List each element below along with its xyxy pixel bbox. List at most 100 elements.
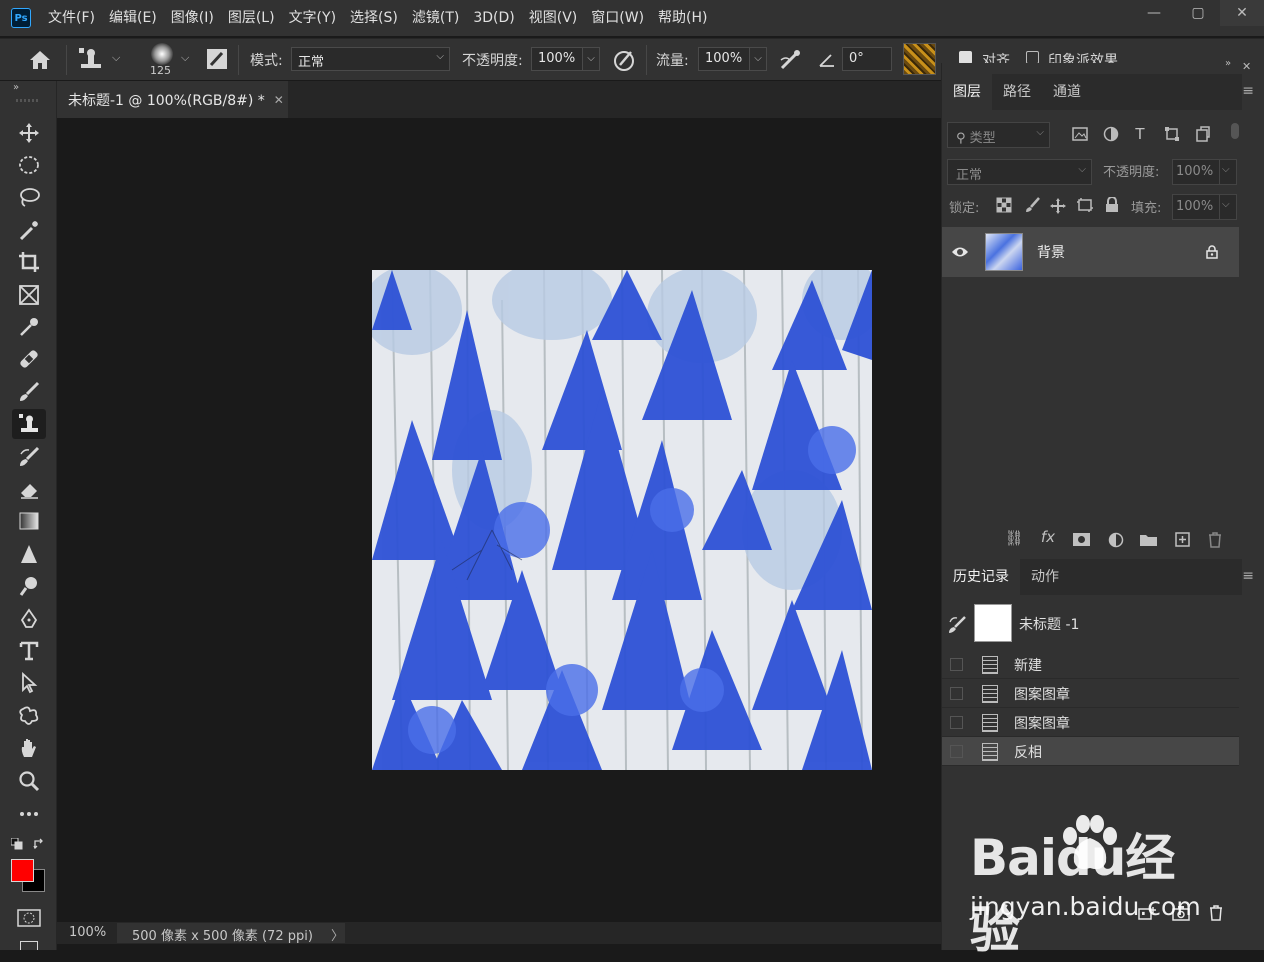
layers-panel-menu-icon[interactable]: ≡ xyxy=(1242,83,1254,99)
healing-brush-tool[interactable] xyxy=(12,344,46,374)
history-item[interactable]: 图案图章 xyxy=(942,708,1239,737)
home-icon[interactable] xyxy=(28,49,52,71)
filter-adjustment-icon[interactable] xyxy=(1103,126,1119,142)
marquee-tool[interactable] xyxy=(12,150,46,180)
blend-mode-select[interactable]: 正常 ⌵ xyxy=(947,159,1092,185)
menu-edit[interactable]: 编辑(E) xyxy=(102,0,164,36)
history-panel-menu-icon[interactable]: ≡ xyxy=(1242,568,1254,584)
menu-type[interactable]: 文字(Y) xyxy=(282,0,343,36)
history-checkbox[interactable] xyxy=(950,658,963,671)
eraser-tool[interactable] xyxy=(12,474,46,504)
lock-position-icon[interactable] xyxy=(1049,197,1067,215)
menu-file[interactable]: 文件(F) xyxy=(41,0,102,36)
menu-3d[interactable]: 3D(D) xyxy=(466,0,521,36)
toolbar-grip[interactable] xyxy=(16,99,40,102)
layer-lock-icon[interactable] xyxy=(1206,245,1218,259)
history-checkbox[interactable] xyxy=(950,716,963,729)
link-layers-icon[interactable]: ⛓ xyxy=(1004,529,1024,547)
path-selection-tool[interactable] xyxy=(12,668,46,698)
pattern-picker-swatch[interactable] xyxy=(903,43,936,75)
type-tool[interactable] xyxy=(12,636,46,666)
layer-opacity-chevron-icon[interactable]: ⌵ xyxy=(1219,159,1237,185)
close-panels-icon[interactable]: ✕ xyxy=(1242,60,1251,73)
history-checkbox[interactable] xyxy=(950,687,963,700)
new-adjustment-layer-icon[interactable] xyxy=(1108,532,1124,548)
inverted-forest-image[interactable] xyxy=(372,270,872,770)
menu-image[interactable]: 图像(I) xyxy=(164,0,221,36)
tab-history[interactable]: 历史记录 xyxy=(942,559,1020,595)
history-brush-source-icon[interactable] xyxy=(947,615,967,635)
default-colors-icon[interactable] xyxy=(11,838,23,850)
layer-row-background[interactable]: 背景 xyxy=(942,227,1239,277)
menu-select[interactable]: 选择(S) xyxy=(343,0,405,36)
foreground-color-swatch[interactable] xyxy=(11,859,34,882)
history-item-active[interactable]: 反相 xyxy=(942,737,1239,766)
history-snapshot[interactable]: 未标题 -1 xyxy=(942,601,1239,649)
history-checkbox[interactable] xyxy=(950,745,963,758)
blur-tool[interactable] xyxy=(12,539,46,569)
close-window-button[interactable]: ✕ xyxy=(1220,0,1264,26)
filter-pixel-icon[interactable] xyxy=(1072,126,1088,142)
fill-input[interactable]: 100% xyxy=(1172,194,1220,220)
pattern-stamp-tool-icon[interactable] xyxy=(78,47,104,71)
collapse-panels-icon[interactable]: » xyxy=(1225,58,1231,69)
swap-colors-icon[interactable] xyxy=(33,838,45,850)
quick-mask-icon[interactable] xyxy=(17,909,41,927)
document-tab[interactable]: 未标题-1 @ 100%(RGB/8#) * ✕ xyxy=(57,81,288,118)
eye-visibility-icon[interactable] xyxy=(951,245,969,259)
lock-pixels-icon[interactable] xyxy=(1025,197,1041,213)
tab-paths[interactable]: 路径 xyxy=(992,74,1042,110)
opacity-chevron-icon[interactable]: ⌵ xyxy=(582,47,600,71)
gradient-tool[interactable] xyxy=(12,506,46,536)
layer-filter-select[interactable]: ⚲ 类型 ⌵ xyxy=(947,122,1050,148)
flow-chevron-icon[interactable]: ⌵ xyxy=(749,47,767,71)
lock-artboard-icon[interactable] xyxy=(1076,197,1094,213)
document-canvas[interactable] xyxy=(372,270,872,770)
brush-tool[interactable] xyxy=(12,377,46,407)
menu-help[interactable]: 帮助(H) xyxy=(651,0,714,36)
mode-select[interactable]: 正常 ⌵ xyxy=(291,47,450,71)
tab-actions[interactable]: 动作 xyxy=(1020,559,1070,595)
magic-wand-tool[interactable] xyxy=(12,215,46,245)
tab-layers[interactable]: 图层 xyxy=(942,74,992,110)
crop-tool[interactable] xyxy=(12,247,46,277)
delete-layer-icon[interactable] xyxy=(1208,532,1222,548)
custom-shape-tool[interactable] xyxy=(12,701,46,731)
history-item[interactable]: 图案图章 xyxy=(942,679,1239,708)
brush-chevron-icon[interactable]: ⌵ xyxy=(181,51,189,65)
eyedropper-tool[interactable] xyxy=(12,312,46,342)
close-document-icon[interactable]: ✕ xyxy=(274,93,284,107)
hand-tool[interactable] xyxy=(12,733,46,763)
minimize-button[interactable]: — xyxy=(1132,0,1176,26)
filter-smart-object-icon[interactable] xyxy=(1195,126,1211,142)
tab-channels[interactable]: 通道 xyxy=(1042,74,1092,110)
fill-chevron-icon[interactable]: ⌵ xyxy=(1219,194,1237,220)
dodge-tool[interactable] xyxy=(12,571,46,601)
history-brush-tool[interactable] xyxy=(12,442,46,472)
new-group-folder-icon[interactable] xyxy=(1140,533,1157,546)
filter-type-icon[interactable]: T xyxy=(1130,125,1150,143)
lock-all-icon[interactable] xyxy=(1105,197,1119,213)
canvas-area[interactable] xyxy=(57,118,941,922)
menu-filter[interactable]: 滤镜(T) xyxy=(405,0,466,36)
airbrush-icon[interactable] xyxy=(778,48,804,72)
new-document-from-state-icon[interactable] xyxy=(1138,906,1156,920)
status-menu-arrow-icon[interactable]: 〉 xyxy=(331,925,344,944)
delete-state-icon[interactable] xyxy=(1209,905,1223,921)
history-item[interactable]: 新建 xyxy=(942,650,1239,679)
filter-toggle[interactable] xyxy=(1231,123,1239,139)
lasso-tool[interactable] xyxy=(12,182,46,212)
layer-opacity-input[interactable]: 100% xyxy=(1172,159,1220,185)
menu-view[interactable]: 视图(V) xyxy=(522,0,585,36)
edit-toolbar-button[interactable] xyxy=(12,799,46,829)
document-info[interactable]: 500 像素 x 500 像素 (72 ppi) xyxy=(117,923,345,944)
zoom-level[interactable]: 100% xyxy=(69,925,106,940)
maximize-button[interactable]: ▢ xyxy=(1176,0,1220,26)
pattern-stamp-tool[interactable] xyxy=(12,409,46,439)
photoshop-logo[interactable]: Ps xyxy=(11,8,31,28)
menu-layer[interactable]: 图层(L) xyxy=(221,0,282,36)
pressure-opacity-icon[interactable] xyxy=(612,48,636,72)
opacity-input[interactable]: 100% xyxy=(531,47,583,71)
menu-window[interactable]: 窗口(W) xyxy=(584,0,651,36)
add-mask-icon[interactable] xyxy=(1073,533,1090,546)
